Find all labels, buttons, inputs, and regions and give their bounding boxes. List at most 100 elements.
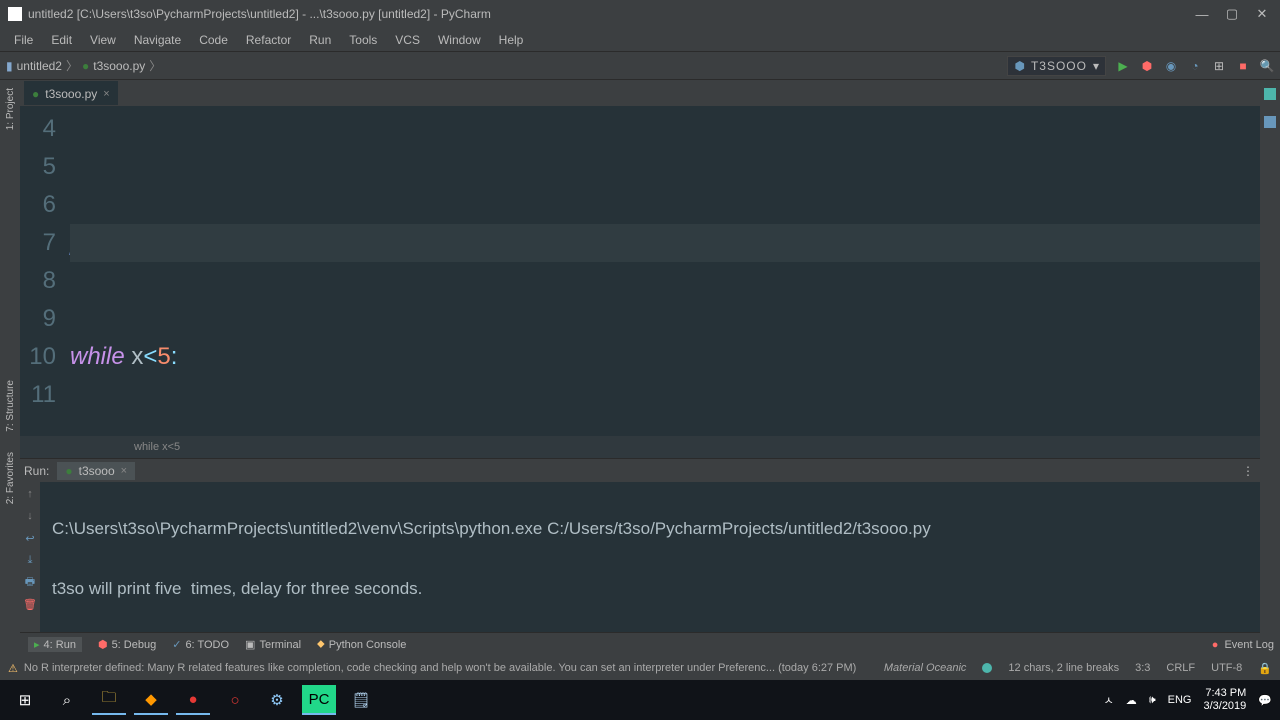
file-explorer-icon[interactable]: 🗀 [92, 685, 126, 715]
python-icon: ⬢ [1014, 59, 1024, 73]
recorder-icon[interactable]: ● [176, 685, 210, 715]
close-tab-button[interactable]: × [103, 88, 109, 100]
tab-debug[interactable]: ⬢5: Debug [98, 638, 156, 651]
folder-icon: ▮ [6, 59, 13, 73]
run-coverage-button[interactable]: ◉ [1164, 59, 1178, 73]
windows-taskbar: ⊞ ⌕ 🗀 ◆ ● ○ ⚙ PC 🗒 ㅅ ☁ 🕪 ENG 7:43 PM 3/3… [0, 680, 1280, 720]
breadcrumb-project[interactable]: ▮untitled2 [6, 59, 62, 73]
editor-tabs: ● t3sooo.py × [0, 80, 1280, 106]
code-editor[interactable]: 4 5 6 7 8 9 10 11 💡 print("t3so will pri… [0, 106, 1280, 436]
file-tab[interactable]: ● t3sooo.py × [24, 81, 118, 105]
close-tab-button[interactable]: × [121, 465, 127, 477]
close-button[interactable]: ✕ [1256, 8, 1268, 20]
encoding[interactable]: UTF-8 [1211, 662, 1242, 674]
code-breadcrumb: while x<5 [0, 436, 1280, 458]
python-icon: ● [65, 464, 72, 478]
tab-run[interactable]: ▸4: Run [28, 637, 82, 652]
menu-help[interactable]: Help [491, 31, 532, 49]
run-config-selector[interactable]: ⬢ T3SOOO ▾ [1007, 56, 1106, 76]
caret-line-highlight [70, 224, 1260, 262]
nav-bar: ▮untitled2 〉 ●t3sooo.py 〉 ⬢ T3SOOO ▾ ▶ ⬢… [0, 52, 1280, 80]
app-icon [8, 7, 22, 21]
console-line: t3so will print five times, delay for th… [52, 574, 1268, 604]
profile-button[interactable]: ◔ [1188, 59, 1202, 73]
volume-icon[interactable]: 🕪 [1149, 694, 1156, 707]
minimize-button[interactable]: — [1196, 8, 1208, 20]
console-output[interactable]: C:\Users\t3so\PycharmProjects\untitled2\… [40, 482, 1280, 632]
menu-window[interactable]: Window [430, 31, 489, 49]
breadcrumb-file[interactable]: ●t3sooo.py [82, 59, 145, 73]
chevron-right-icon: 〉 [149, 57, 161, 74]
maximize-button[interactable]: ▢ [1226, 8, 1238, 20]
menu-edit[interactable]: Edit [43, 31, 80, 49]
print-button[interactable]: 🖶 [22, 574, 38, 590]
menu-vcs[interactable]: VCS [387, 31, 428, 49]
pycharm-icon[interactable]: PC [302, 685, 336, 715]
search-button[interactable]: ⌕ [50, 685, 84, 715]
sciview-tool-icon[interactable] [1264, 116, 1276, 128]
menu-tools[interactable]: Tools [341, 31, 385, 49]
menu-run[interactable]: Run [301, 31, 339, 49]
more-options-icon[interactable]: ⋮ [1242, 464, 1254, 478]
menu-navigate[interactable]: Navigate [126, 31, 189, 49]
right-tool-strip [1260, 80, 1280, 640]
warning-icon: ⚠ [8, 662, 18, 675]
database-tool-icon[interactable] [1264, 88, 1276, 100]
notepad-icon[interactable]: 🗒 [344, 685, 378, 715]
stop-button[interactable]: ■ [1236, 59, 1250, 73]
run-panel: ↻ ■ ⏸ ▦ 📌 ↑ ↓ ↩ ⤓ 🖶 🗑 C:\Users\t3so\Pych… [0, 482, 1280, 632]
chevron-right-icon: 〉 [66, 57, 78, 74]
menu-view[interactable]: View [82, 31, 124, 49]
breadcrumb: ▮untitled2 〉 ●t3sooo.py 〉 [6, 57, 1007, 74]
selection-info: 12 chars, 2 line breaks [1008, 662, 1119, 674]
menu-file[interactable]: File [6, 31, 41, 49]
onedrive-icon[interactable]: ☁ [1126, 694, 1137, 707]
clock[interactable]: 7:43 PM 3/3/2019 [1203, 687, 1246, 713]
sublime-icon[interactable]: ◆ [134, 685, 168, 715]
window-title: untitled2 [C:\Users\t3so\PycharmProjects… [28, 7, 1196, 21]
menu-refactor[interactable]: Refactor [238, 31, 299, 49]
status-message: No R interpreter defined: Many R related… [24, 662, 856, 674]
lock-icon[interactable]: 🔒 [1258, 662, 1272, 675]
tray-chevron-icon[interactable]: ㅅ [1104, 692, 1114, 708]
python-icon: ● [82, 59, 89, 73]
run-tool-header: Run: ● t3sooo × ⋮ — [0, 458, 1280, 482]
run-button[interactable]: ▶ [1116, 59, 1130, 73]
event-log-icon: ● [1212, 639, 1219, 651]
notifications-icon[interactable]: 💬 [1258, 694, 1272, 707]
debug-button[interactable]: ⬢ [1140, 59, 1154, 73]
console-line: C:\Users\t3so\PycharmProjects\untitled2\… [52, 514, 1268, 544]
theme-label[interactable]: Material Oceanic [884, 662, 967, 674]
structure-tool[interactable]: 7: Structure [5, 380, 16, 432]
attach-button[interactable]: ⊞ [1212, 59, 1226, 73]
project-tool[interactable]: 1: Project [5, 88, 16, 130]
menu-code[interactable]: Code [191, 31, 236, 49]
line-separator[interactable]: CRLF [1166, 662, 1195, 674]
settings-icon[interactable]: ⚙ [260, 685, 294, 715]
opera-icon[interactable]: ○ [218, 685, 252, 715]
cursor-position: 3:3 [1135, 662, 1150, 674]
run-label: Run: [24, 464, 49, 478]
status-bar: ⚠ No R interpreter defined: Many R relat… [0, 656, 1280, 680]
tab-event-log[interactable]: Event Log [1224, 639, 1274, 651]
start-button[interactable]: ⊞ [8, 685, 42, 715]
menu-bar: File Edit View Navigate Code Refactor Ru… [0, 28, 1280, 52]
tab-terminal[interactable]: ▣Terminal [245, 638, 301, 651]
code-area[interactable]: print("t3so will print five times, delay… [70, 106, 1280, 436]
search-button[interactable]: 🔍 [1260, 59, 1274, 73]
bottom-tool-tabs: ▸4: Run ⬢5: Debug ✓6: TODO ▣Terminal ⬥Py… [0, 632, 1280, 656]
run-config-tab[interactable]: ● t3sooo × [57, 462, 135, 480]
down-icon[interactable]: ↓ [22, 508, 38, 524]
theme-dot-icon [982, 663, 992, 673]
favorites-tool[interactable]: 2: Favorites [5, 452, 16, 504]
clear-button[interactable]: 🗑 [22, 596, 38, 612]
scroll-button[interactable]: ⤓ [22, 552, 38, 568]
left-tool-strip: 1: Project 7: Structure 2: Favorites [0, 80, 20, 640]
chevron-down-icon: ▾ [1093, 59, 1099, 73]
language-indicator[interactable]: ENG [1168, 694, 1192, 706]
wrap-button[interactable]: ↩ [22, 530, 38, 546]
python-icon: ● [32, 87, 39, 101]
up-icon[interactable]: ↑ [22, 486, 38, 502]
tab-python-console[interactable]: ⬥Python Console [317, 638, 406, 651]
tab-todo[interactable]: ✓6: TODO [172, 638, 229, 651]
